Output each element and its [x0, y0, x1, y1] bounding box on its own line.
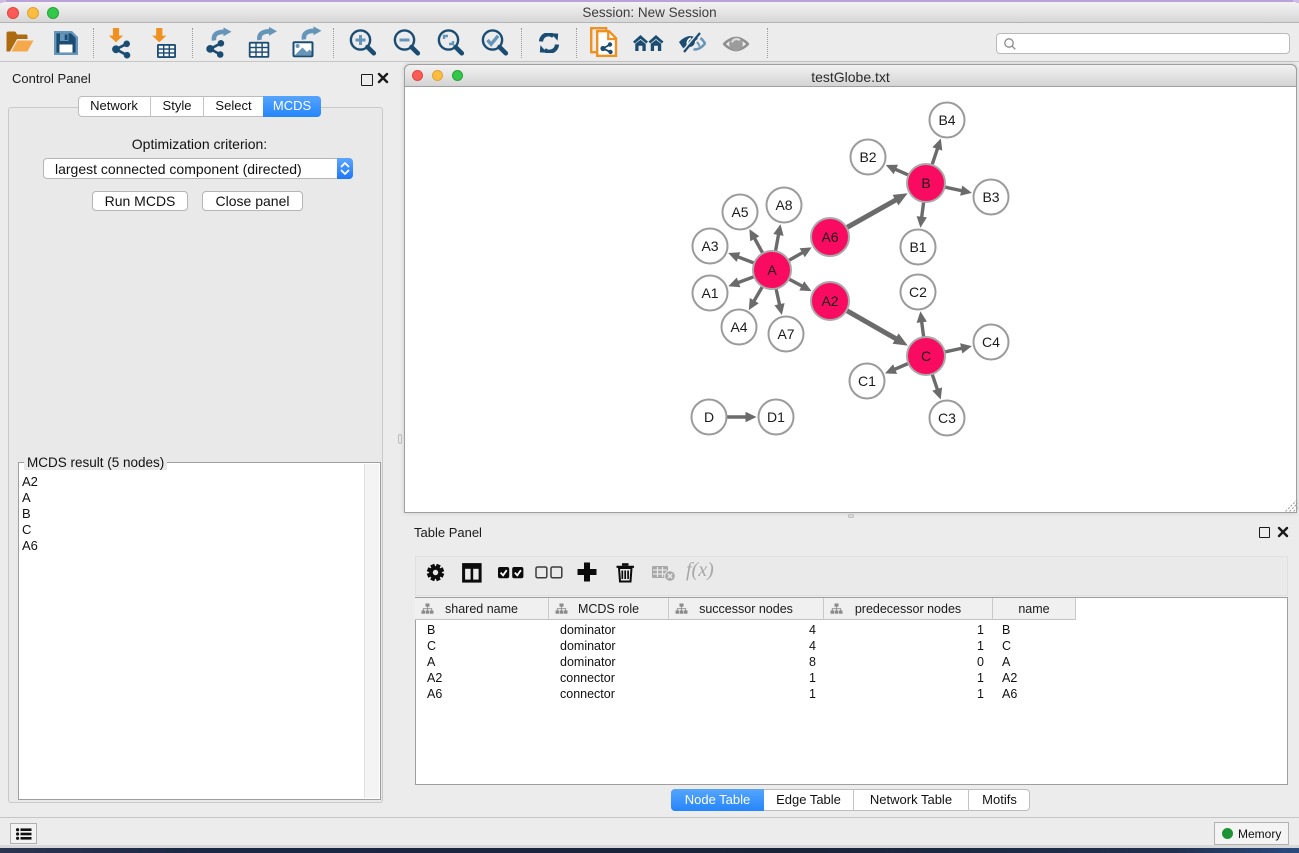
svg-text:A7: A7 [777, 326, 794, 342]
svg-text:A: A [767, 262, 777, 278]
svg-text:B2: B2 [859, 149, 876, 165]
svg-text:A4: A4 [730, 319, 747, 335]
svg-text:C: C [921, 348, 931, 364]
svg-text:A8: A8 [775, 197, 792, 213]
svg-text:A5: A5 [731, 204, 748, 220]
svg-text:A2: A2 [821, 293, 838, 309]
svg-text:C1: C1 [858, 373, 876, 389]
svg-text:D1: D1 [767, 409, 785, 425]
svg-text:C4: C4 [982, 334, 1000, 350]
svg-text:C3: C3 [938, 410, 956, 426]
svg-text:D: D [704, 409, 714, 425]
svg-text:B3: B3 [982, 189, 999, 205]
svg-text:B1: B1 [909, 239, 926, 255]
svg-text:A3: A3 [701, 238, 718, 254]
svg-text:A1: A1 [701, 285, 718, 301]
svg-text:C2: C2 [909, 284, 927, 300]
svg-text:B: B [921, 175, 930, 191]
svg-text:B4: B4 [938, 112, 955, 128]
svg-text:A6: A6 [821, 229, 838, 245]
